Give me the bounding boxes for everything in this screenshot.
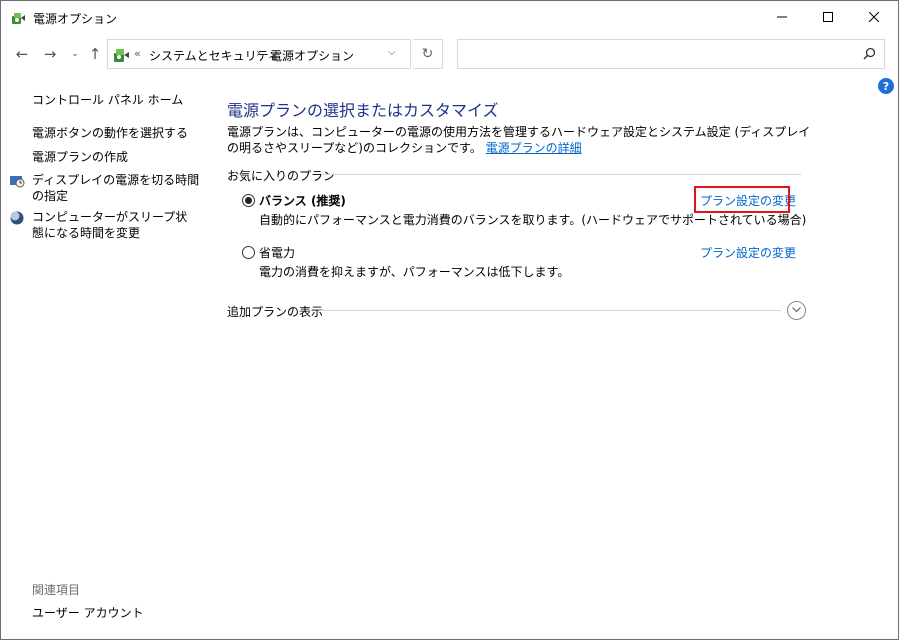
divider <box>319 310 781 311</box>
sidebar-home-link[interactable]: コントロール パネル ホーム <box>32 91 183 108</box>
favorite-plans-label: お気に入りのプラン <box>227 169 336 183</box>
window-title: 電源オプション <box>33 12 118 26</box>
chevron-right-icon[interactable]: › <box>256 46 261 60</box>
sidebar-item-create-plan[interactable]: 電源プランの作成 <box>32 149 128 165</box>
sidebar-item-sleep-time[interactable]: コンピューターがスリープ状態になる時間を変更 <box>32 209 197 241</box>
expand-additional-plans-button[interactable] <box>787 301 806 320</box>
help-icon[interactable]: ? <box>878 78 894 94</box>
arrow-right-icon: → <box>43 45 57 63</box>
breadcrumb-overflow[interactable]: « <box>134 47 141 60</box>
chevron-down-icon <box>792 306 801 316</box>
address-bar[interactable]: « システムとセキュリティ › 電源オプション ⌵ <box>107 39 411 69</box>
power-options-window: 電源オプション ← → ⌄ ↑ « システムとセキュリティ › 電源オプション … <box>0 0 899 640</box>
page-title: 電源プランの選択またはカスタマイズ <box>227 101 499 120</box>
divider <box>321 174 801 175</box>
arrow-up-icon: ↑ <box>88 45 102 63</box>
sidebar-item-power-button[interactable]: 電源ボタンの動作を選択する <box>32 125 188 141</box>
recent-locations-button[interactable]: ⌄ <box>65 45 85 63</box>
close-button[interactable] <box>851 1 897 33</box>
plan-desc-power-saver: 電力の消費を抑えますが、パフォーマンスは低下します。 <box>259 265 570 279</box>
maximize-button[interactable] <box>805 1 851 33</box>
plan-name-power-saver[interactable]: 省電力 <box>259 244 295 261</box>
chevron-down-icon[interactable]: ⌵ <box>388 47 396 58</box>
search-icon <box>863 47 876 63</box>
breadcrumb-power-options[interactable]: 電源オプション <box>270 47 354 64</box>
change-plan-settings-power-saver-link[interactable]: プラン設定の変更 <box>700 244 796 261</box>
minimize-button[interactable] <box>759 1 805 33</box>
refresh-icon: ↻ <box>421 46 434 62</box>
sleep-moon-icon <box>9 210 25 226</box>
highlight-box <box>694 186 790 213</box>
title-bar: 電源オプション <box>1 1 898 33</box>
power-options-icon <box>10 10 26 26</box>
show-additional-plans-label[interactable]: 追加プランの表示 <box>227 303 323 320</box>
plan-desc-balanced: 自動的にパフォーマンスと電力消費のバランスを取ります。(ハードウェアでサポートさ… <box>259 213 807 227</box>
forward-button[interactable]: → <box>40 45 60 63</box>
chevron-down-icon: ⌄ <box>71 49 79 59</box>
power-plan-details-link[interactable]: 電源プランの詳細 <box>486 141 582 155</box>
navigation-bar: ← → ⌄ ↑ « システムとセキュリティ › 電源オプション ⌵ ↻ <box>1 33 898 75</box>
control-panel-icon <box>112 46 130 64</box>
page-description: 電源プランは、コンピューターの電源の使用方法を管理するハードウェア設定とシステム… <box>227 124 817 156</box>
plan-name-balanced[interactable]: バランス (推奨) <box>259 192 346 209</box>
sidebar-item-display-off[interactable]: ディスプレイの電源を切る時間の指定 <box>32 172 202 204</box>
arrow-left-icon: ← <box>15 45 29 63</box>
sidebar-item-user-accounts[interactable]: ユーザー アカウント <box>32 604 144 621</box>
related-heading: 関連項目 <box>32 583 81 597</box>
display-clock-icon <box>9 173 25 189</box>
power-saver-radio[interactable] <box>242 246 255 259</box>
balanced-radio[interactable] <box>242 194 255 207</box>
up-button[interactable]: ↑ <box>85 45 105 63</box>
back-button[interactable]: ← <box>12 45 32 63</box>
refresh-button[interactable]: ↻ <box>413 39 443 69</box>
search-input[interactable] <box>457 39 885 69</box>
